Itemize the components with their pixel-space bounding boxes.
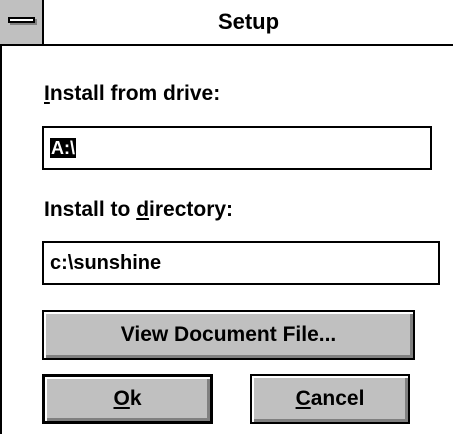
install-from-drive-value: A:\: [50, 138, 76, 158]
setup-dialog: Setup Install from drive: A:\ Install to…: [0, 0, 453, 434]
ok-button[interactable]: Ok: [42, 374, 213, 424]
install-to-directory-value: c:\sunshine: [50, 252, 162, 274]
cancel-button[interactable]: Cancel: [250, 374, 410, 424]
view-document-file-button[interactable]: View Document File...: [42, 310, 415, 360]
system-menu-icon: [8, 17, 35, 23]
title-bar: Setup: [0, 0, 453, 46]
install-to-directory-input[interactable]: c:\sunshine: [42, 241, 440, 285]
window-title: Setup: [217, 9, 280, 34]
window-border: [0, 44, 2, 434]
system-menu-button[interactable]: [0, 0, 44, 44]
install-from-label: Install from drive:: [44, 82, 221, 105]
install-to-label: Install to directory:: [44, 198, 234, 221]
install-from-drive-input[interactable]: A:\: [42, 126, 432, 170]
